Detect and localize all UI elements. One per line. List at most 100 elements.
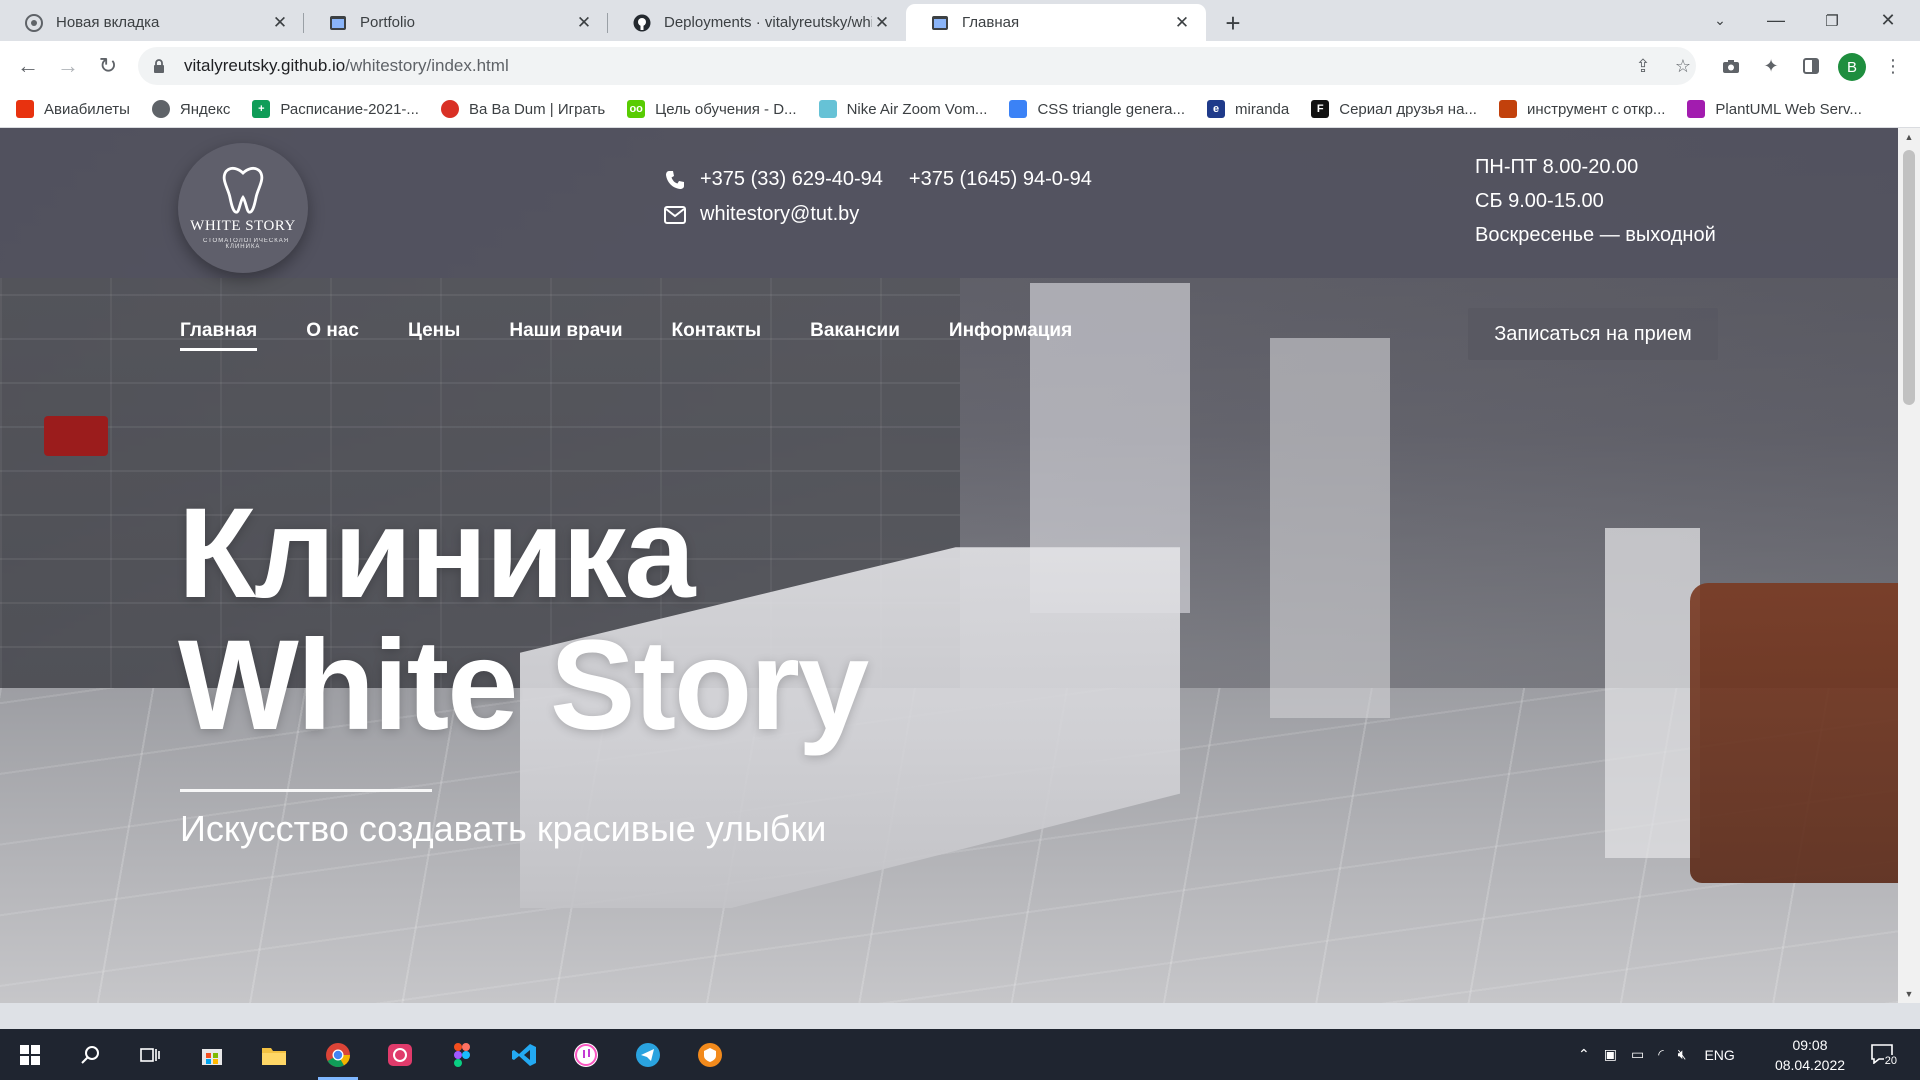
phone-secondary[interactable]: +375 (1645) 94-0-94 xyxy=(909,168,1092,191)
bookmark-label: Яндекс xyxy=(179,100,231,118)
device-icon[interactable]: ▣ xyxy=(1604,1046,1617,1063)
address-bar[interactable]: vitalyreutsky.github.io/whitestory/index… xyxy=(138,47,1696,85)
close-tab-icon[interactable]: ✕ xyxy=(574,13,594,33)
telegram-icon[interactable] xyxy=(622,1029,674,1080)
logo-brand: WHITE STORY xyxy=(190,218,296,234)
nav-item-home[interactable]: Главная xyxy=(180,320,258,351)
lock-icon[interactable] xyxy=(152,58,168,74)
nav-item-info[interactable]: Информация xyxy=(949,320,1072,351)
battery-icon[interactable]: ▭ xyxy=(1631,1046,1644,1063)
vscode-icon[interactable] xyxy=(498,1029,550,1080)
nav-item-vacancies[interactable]: Вакансии xyxy=(810,320,900,351)
bookmark-item[interactable]: Ba Ba Dum | Играть xyxy=(440,100,606,118)
share-icon[interactable]: ⇪ xyxy=(1628,51,1658,81)
search-icon[interactable] xyxy=(64,1029,116,1080)
bookmark-label: Ba Ba Dum | Играть xyxy=(468,100,606,118)
hero-title-line-2: White Story xyxy=(178,614,869,757)
bookmark-item[interactable]: PlantUML Web Serv... xyxy=(1687,100,1862,118)
bookmark-favicon-icon xyxy=(16,100,34,118)
nav-item-contacts[interactable]: Контакты xyxy=(672,320,762,351)
bookmark-item[interactable]: инструмент с откр... xyxy=(1498,100,1666,118)
hero-divider xyxy=(180,789,432,792)
bookmark-label: Авиабилеты xyxy=(44,100,130,118)
bookmark-item[interactable]: CSS triangle genera... xyxy=(1009,100,1185,118)
close-tab-icon[interactable]: ✕ xyxy=(1172,13,1192,33)
forward-arrow-icon[interactable]: → xyxy=(52,50,84,82)
bookmark-label: miranda xyxy=(1235,100,1290,118)
close-tab-icon[interactable]: ✕ xyxy=(270,13,290,33)
nav-item-about[interactable]: О нас xyxy=(306,320,359,351)
bookmark-label: инструмент с откр... xyxy=(1526,100,1666,118)
nav-item-doctors[interactable]: Наши врачи xyxy=(509,320,622,351)
vpn-icon[interactable] xyxy=(684,1029,736,1080)
scrollbar-thumb[interactable] xyxy=(1903,150,1915,405)
bookmarks-bar: Авиабилеты Яндекс + Расписание-2021-... B… xyxy=(0,91,1920,128)
tab-new-tab[interactable]: Новая вкладка ✕ xyxy=(0,4,304,41)
page-scrollbar[interactable]: ▲ ▼ xyxy=(1898,128,1920,1003)
url-host: vitalyreutsky.github.io xyxy=(184,56,346,75)
file-explorer-icon[interactable] xyxy=(248,1029,300,1080)
email-link[interactable]: whitestory@tut.by xyxy=(700,203,859,226)
scroll-down-icon[interactable]: ▼ xyxy=(1898,985,1920,1003)
bookmark-label: Цель обучения - D... xyxy=(655,100,797,118)
bookmark-item[interactable]: Nike Air Zoom Vom... xyxy=(818,100,987,118)
tab-search-icon[interactable]: ⌄ xyxy=(1692,0,1748,41)
notification-count: 20 xyxy=(1883,1055,1898,1067)
main-nav: Главная О нас Цены Наши врачи Контакты В… xyxy=(180,320,1121,351)
hero-photo-water-cooler xyxy=(1605,528,1700,858)
bookmark-item[interactable]: Авиабилеты xyxy=(16,100,130,118)
clinic-logo[interactable]: WHITE STORY СТОМАТОЛОГИЧЕСКАЯ КЛИНИКА xyxy=(178,143,308,273)
bookmark-star-icon[interactable]: ☆ xyxy=(1668,51,1698,81)
new-tab-button[interactable]: + xyxy=(1218,8,1248,38)
close-tab-icon[interactable]: ✕ xyxy=(872,13,892,33)
hero-title-line-1: Клиника xyxy=(178,482,695,625)
menu-kebab-icon[interactable]: ⋮ xyxy=(1878,51,1908,81)
bookmark-label: CSS triangle genera... xyxy=(1037,100,1186,118)
creative-cloud-icon[interactable] xyxy=(374,1029,426,1080)
windows-start-icon[interactable] xyxy=(4,1029,56,1080)
url-path: /whitestory/index.html xyxy=(345,56,509,75)
tab-deployments[interactable]: Deployments · vitalyreutsky/whit ✕ xyxy=(608,4,906,41)
tab-title: Новая вкладка xyxy=(56,14,160,31)
restore-button[interactable]: ❐ xyxy=(1804,0,1860,41)
tab-portfolio[interactable]: Portfolio ✕ xyxy=(304,4,608,41)
bookmark-item[interactable]: F Сериал друзья на... xyxy=(1311,100,1477,118)
book-appointment-button[interactable]: Записаться на прием xyxy=(1468,308,1718,360)
back-arrow-icon[interactable]: ← xyxy=(12,50,44,82)
bookmark-item[interactable]: + Расписание-2021-... xyxy=(252,100,419,118)
itunes-icon[interactable] xyxy=(560,1029,612,1080)
phone-icon xyxy=(666,170,684,189)
tab-title: Portfolio xyxy=(360,14,416,31)
page-viewport: WHITE STORY СТОМАТОЛОГИЧЕСКАЯ КЛИНИКА +3… xyxy=(0,128,1898,1003)
tab-glavnaya[interactable]: Главная ✕ xyxy=(906,4,1206,41)
profile-avatar[interactable]: В xyxy=(1838,53,1866,81)
bookmark-favicon-icon: F xyxy=(1311,100,1330,118)
nav-item-prices[interactable]: Цены xyxy=(408,320,460,351)
task-view-icon[interactable] xyxy=(124,1029,176,1080)
show-hidden-icons-icon[interactable]: ⌃ xyxy=(1578,1046,1590,1063)
store-icon[interactable] xyxy=(186,1029,238,1080)
bookmark-item[interactable]: oo Цель обучения - D... xyxy=(627,100,797,118)
reload-icon[interactable]: ↻ xyxy=(92,50,124,82)
volume-muted-icon[interactable]: 🔇︎ xyxy=(1678,1046,1687,1063)
wifi-icon[interactable]: ◜ xyxy=(1658,1046,1663,1063)
scroll-up-icon[interactable]: ▲ xyxy=(1898,128,1920,146)
chrome-icon[interactable] xyxy=(312,1029,364,1080)
minimize-button[interactable]: — xyxy=(1748,0,1804,41)
bookmark-favicon-icon xyxy=(1687,100,1706,118)
figma-icon[interactable] xyxy=(436,1029,488,1080)
hours-sunday: Воскресенье — выходной xyxy=(1475,224,1716,246)
bookmark-item[interactable]: e miranda xyxy=(1207,100,1289,118)
camera-icon[interactable] xyxy=(1716,51,1746,81)
notification-center-button[interactable]: 20 xyxy=(1866,1039,1898,1069)
url-text[interactable]: vitalyreutsky.github.io/whitestory/index… xyxy=(184,56,509,76)
phone-primary[interactable]: +375 (33) 629-40-94 xyxy=(700,168,883,191)
language-indicator[interactable]: ENG xyxy=(1704,1047,1734,1063)
close-window-button[interactable]: ✕ xyxy=(1860,0,1916,41)
side-panel-icon[interactable] xyxy=(1796,51,1826,81)
tab-strip: Новая вкладка ✕ Portfolio ✕ Deployments … xyxy=(0,0,1920,41)
clock-time: 09:08 xyxy=(1792,1037,1828,1053)
extensions-icon[interactable]: ✦ xyxy=(1756,51,1786,81)
taskbar-clock[interactable]: 09:08 08.04.2022 xyxy=(1760,1035,1860,1075)
bookmark-item[interactable]: Яндекс xyxy=(151,100,231,118)
